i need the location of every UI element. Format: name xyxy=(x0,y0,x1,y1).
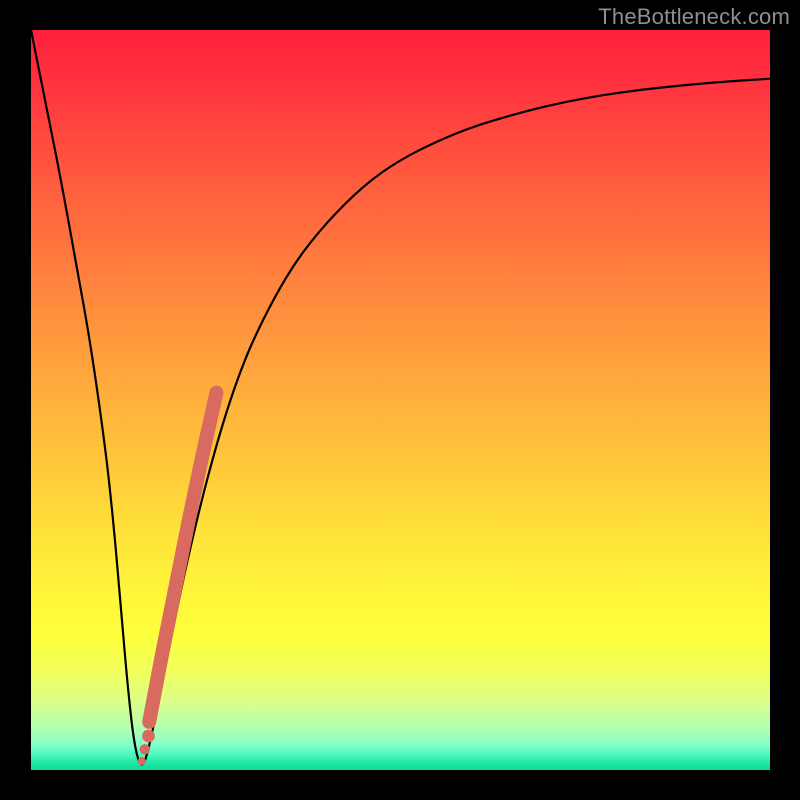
watermark-text: TheBottleneck.com xyxy=(598,4,790,30)
plot-area xyxy=(31,30,770,770)
dot xyxy=(138,757,146,765)
dot xyxy=(140,744,150,754)
chart-frame: TheBottleneck.com xyxy=(0,0,800,800)
dot xyxy=(142,730,155,743)
highlight-segment xyxy=(149,393,216,722)
chart-svg xyxy=(31,30,770,770)
bottleneck-curve xyxy=(31,30,770,764)
